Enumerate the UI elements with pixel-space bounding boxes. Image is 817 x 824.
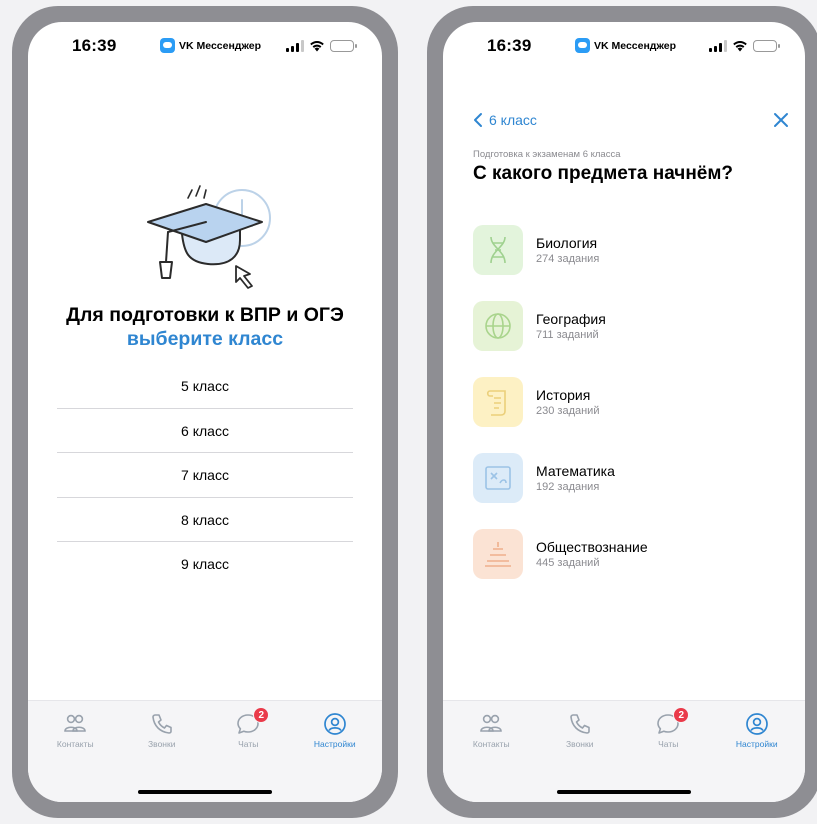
subject-item-math[interactable]: Математика 192 задания (473, 440, 785, 516)
app-indicator-label: VK Мессенджер (594, 39, 677, 52)
battery-icon (330, 39, 357, 52)
class-item-9[interactable]: 9 класс (57, 542, 353, 587)
close-icon (774, 113, 788, 127)
class-select-screen: 16:39 VK Мессенджер Для подготовки к ВПР… (28, 22, 382, 802)
tab-settings[interactable]: Настройки (718, 711, 796, 749)
navigation-bar: 6 класс (443, 112, 805, 136)
subject-name: Биология (536, 234, 598, 251)
tab-chats-label: Чаты (238, 739, 259, 749)
chats-unread-badge: 2 (673, 707, 690, 723)
tab-settings-label: Настройки (313, 739, 356, 749)
tab-settings-label: Настройки (735, 739, 778, 749)
subject-tile-math (473, 453, 523, 503)
tab-calls[interactable]: Звонки (123, 711, 201, 749)
system-icons (709, 39, 780, 52)
class-select-title: Для подготовки к ВПР и ОГЭ (66, 304, 344, 326)
subject-tile-biology (473, 225, 523, 275)
status-time: 16:39 (487, 36, 532, 55)
subject-task-count: 230 заданий (536, 404, 600, 417)
tab-contacts[interactable]: Контакты (36, 711, 114, 749)
page-subtitle: Подготовка к экзаменам 6 класса (473, 149, 621, 160)
tab-calls-label: Звонки (566, 739, 594, 749)
subject-item-biology[interactable]: Биология 274 задания (473, 212, 785, 288)
back-button[interactable]: 6 класс (473, 112, 537, 128)
subject-tile-history (473, 377, 523, 427)
tab-chats[interactable]: 2 Чаты (629, 707, 707, 749)
system-icons (286, 39, 357, 52)
cellular-signal-icon (709, 39, 727, 52)
status-bar: 16:39 VK Мессенджер (443, 36, 805, 60)
phone-frame-class-select: 16:39 VK Мессенджер Для подготовки к ВПР… (12, 6, 398, 818)
battery-icon (753, 39, 780, 52)
tab-contacts-label: Контакты (56, 739, 94, 749)
subject-name: География (536, 310, 606, 327)
home-indicator[interactable] (557, 789, 691, 794)
tab-chats[interactable]: 2 Чаты (209, 707, 287, 749)
app-indicator[interactable]: VK Мессенджер (160, 38, 261, 53)
class-item-8[interactable]: 8 класс (57, 498, 353, 542)
subject-tile-geography (473, 301, 523, 351)
app-indicator-label: VK Мессенджер (179, 39, 262, 52)
tab-bar: Контакты Звонки 2 Чаты Настройки (28, 700, 382, 802)
tab-calls-label: Звонки (148, 739, 176, 749)
subject-task-count: 274 задания (536, 252, 600, 265)
tab-settings[interactable]: Настройки (296, 711, 374, 749)
tab-calls[interactable]: Звонки (541, 711, 619, 749)
settings-profile-icon (322, 711, 348, 737)
contacts-icon (478, 711, 504, 737)
settings-profile-icon (744, 711, 770, 737)
tab-contacts[interactable]: Контакты (452, 711, 530, 749)
subject-name: Обществознание (536, 538, 648, 555)
pyramid-icon (485, 542, 511, 567)
close-button[interactable] (771, 110, 791, 130)
class-select-subtitle: выберите класс (126, 328, 284, 350)
math-board-icon (485, 466, 511, 490)
home-indicator[interactable] (138, 789, 272, 794)
chats-unread-badge: 2 (253, 707, 270, 723)
page-title: С какого предмета начнём? (473, 163, 734, 184)
subject-tile-social-studies (473, 529, 523, 579)
subject-item-history[interactable]: История 230 заданий (473, 364, 785, 440)
class-item-7[interactable]: 7 класс (57, 453, 353, 498)
class-list: 5 класс 6 класс 7 класс 8 класс 9 класс (57, 364, 353, 587)
class-item-5[interactable]: 5 класс (57, 364, 353, 409)
dna-icon (490, 236, 506, 264)
subject-task-count: 192 задания (536, 480, 600, 493)
globe-icon (485, 313, 511, 339)
tab-contacts-label: Контакты (472, 739, 510, 749)
tab-bar: Контакты Звонки 2 Чаты Настройки (443, 700, 805, 802)
phone-frame-subject-select: 16:39 VK Мессенджер 6 класс Подготовка к… (427, 6, 817, 818)
cellular-signal-icon (286, 39, 304, 52)
subject-task-count: 711 заданий (536, 328, 599, 341)
status-time: 16:39 (72, 36, 117, 55)
graduation-cap-illustration (128, 182, 288, 292)
back-button-label: 6 класс (489, 112, 537, 128)
status-bar: 16:39 VK Мессенджер (28, 36, 382, 60)
subject-item-social-studies[interactable]: Обществознание 445 заданий (473, 516, 785, 592)
subject-list: Биология 274 задания География 711 задан… (473, 212, 785, 592)
subject-item-geography[interactable]: География 711 заданий (473, 288, 785, 364)
subject-select-screen: 16:39 VK Мессенджер 6 класс Подготовка к… (443, 22, 805, 802)
phone-icon (567, 711, 593, 737)
vk-messenger-logo-icon (160, 38, 175, 53)
tab-chats-label: Чаты (658, 739, 679, 749)
wifi-icon (732, 39, 748, 52)
subject-name: Математика (536, 462, 615, 479)
app-indicator[interactable]: VK Мессенджер (575, 38, 676, 53)
contacts-icon (62, 711, 88, 737)
phone-icon (149, 711, 175, 737)
subject-name: История (536, 386, 591, 403)
scroll-icon (486, 390, 506, 416)
wifi-icon (309, 39, 325, 52)
vk-messenger-logo-icon (575, 38, 590, 53)
subject-task-count: 445 заданий (536, 556, 600, 569)
chevron-left-icon (474, 113, 482, 127)
class-item-6[interactable]: 6 класс (57, 409, 353, 453)
